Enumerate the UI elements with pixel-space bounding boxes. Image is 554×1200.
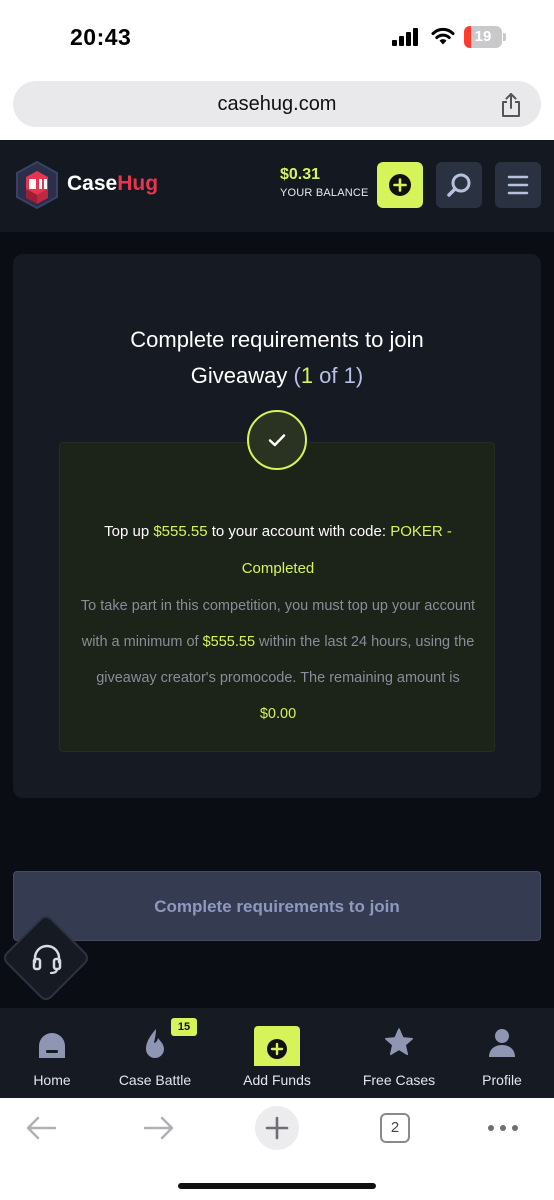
count-current: 1 (300, 363, 314, 388)
giveaway-card: Complete requirements to join Giveaway (… (13, 254, 541, 798)
title-giveaway: Giveaway (190, 363, 288, 388)
status-time: 20:43 (70, 24, 132, 50)
nav-item-add-funds[interactable]: Add Funds (222, 1008, 332, 1098)
casehug-logo-icon[interactable] (14, 160, 60, 210)
req-dash: - (442, 523, 452, 540)
balance-label: YOUR BALANCE (280, 187, 369, 199)
battery-percent: 19 (474, 28, 492, 45)
star-icon (384, 1028, 414, 1056)
requirement-box: Top up $555.55 to your account with code… (59, 442, 495, 752)
menu-button[interactable] (495, 162, 541, 208)
join-giveaway-button[interactable]: Complete requirements to join (13, 871, 541, 941)
bottom-nav: Home Case Battle 15 Add Funds Free Cases… (0, 1008, 554, 1098)
count-open: ( (293, 363, 301, 388)
plus-circle-icon (389, 174, 411, 196)
card-title: Complete requirements to join Giveaway (… (13, 322, 541, 394)
requirement-heading: Top up $555.55 to your account with code… (60, 513, 496, 587)
nav-label-profile: Profile (482, 1072, 522, 1088)
requirement-count: (1 of 1) (293, 363, 363, 388)
browser-address-area: casehug.com (0, 72, 554, 140)
balance-display: $0.31 YOUR BALANCE (280, 166, 369, 199)
more-options-icon[interactable] (486, 1122, 520, 1134)
nav-label-home: Home (33, 1072, 71, 1088)
requirement-description: To take part in this competition, you mu… (80, 588, 476, 732)
address-bar[interactable]: casehug.com (13, 81, 541, 127)
balance-amount: $0.31 (280, 166, 321, 183)
nav-label-free-cases: Free Cases (362, 1072, 436, 1088)
nav-label-case-battle: Case Battle (118, 1072, 192, 1088)
forward-arrow-icon[interactable] (142, 1114, 176, 1142)
user-icon (489, 1029, 515, 1057)
join-button-label: Complete requirements to join (154, 897, 400, 916)
new-tab-icon[interactable] (254, 1105, 300, 1151)
battery-indicator: 19 (464, 26, 506, 48)
back-arrow-icon[interactable] (24, 1114, 58, 1142)
promo-code: POKER (390, 523, 443, 540)
url-text[interactable]: casehug.com (13, 81, 541, 127)
search-icon (447, 173, 471, 197)
req-pre: Top up (104, 523, 154, 540)
main-content: Complete requirements to join Giveaway (… (0, 232, 554, 1008)
check-icon (247, 410, 307, 470)
desc-remaining: $0.00 (259, 706, 297, 722)
status-bar: 20:43 19 (0, 0, 554, 72)
nav-item-home[interactable]: Home (0, 1008, 107, 1098)
req-amount: $555.55 (153, 523, 208, 540)
count-close: ) (355, 363, 364, 388)
title-line-1: Complete requirements to join (130, 327, 424, 352)
tabs-count-button[interactable]: 2 (380, 1113, 410, 1143)
brand-name-hug: Hug (117, 172, 159, 195)
req-mid: to your account with code: (207, 523, 391, 540)
case-battle-badge: 15 (171, 1018, 197, 1036)
home-icon (39, 1033, 65, 1058)
wifi-icon (431, 27, 455, 45)
brand-name-case: Case (67, 172, 118, 195)
nav-label-add-funds: Add Funds (243, 1072, 311, 1088)
plus-circle-icon (254, 1026, 300, 1066)
desc-amount: $555.55 (202, 634, 256, 650)
nav-item-profile[interactable]: Profile (447, 1008, 554, 1098)
requirement-status: Completed (241, 560, 315, 577)
browser-toolbar: 2 (0, 1098, 554, 1200)
add-funds-button[interactable] (377, 162, 423, 208)
brand-name[interactable]: CaseHug (67, 172, 158, 196)
home-indicator (178, 1183, 376, 1189)
app-header: CaseHug $0.31 YOUR BALANCE (0, 140, 554, 232)
count-of: of (313, 363, 344, 388)
title-line-2: Giveaway (1 of 1) (13, 358, 541, 394)
headset-icon[interactable] (30, 944, 64, 974)
cellular-signal-icon (392, 28, 418, 46)
nav-item-free-cases[interactable]: Free Cases (344, 1008, 454, 1098)
share-icon[interactable] (499, 92, 523, 118)
search-button[interactable] (436, 162, 482, 208)
count-total: 1 (343, 363, 356, 388)
hamburger-icon (507, 175, 529, 195)
